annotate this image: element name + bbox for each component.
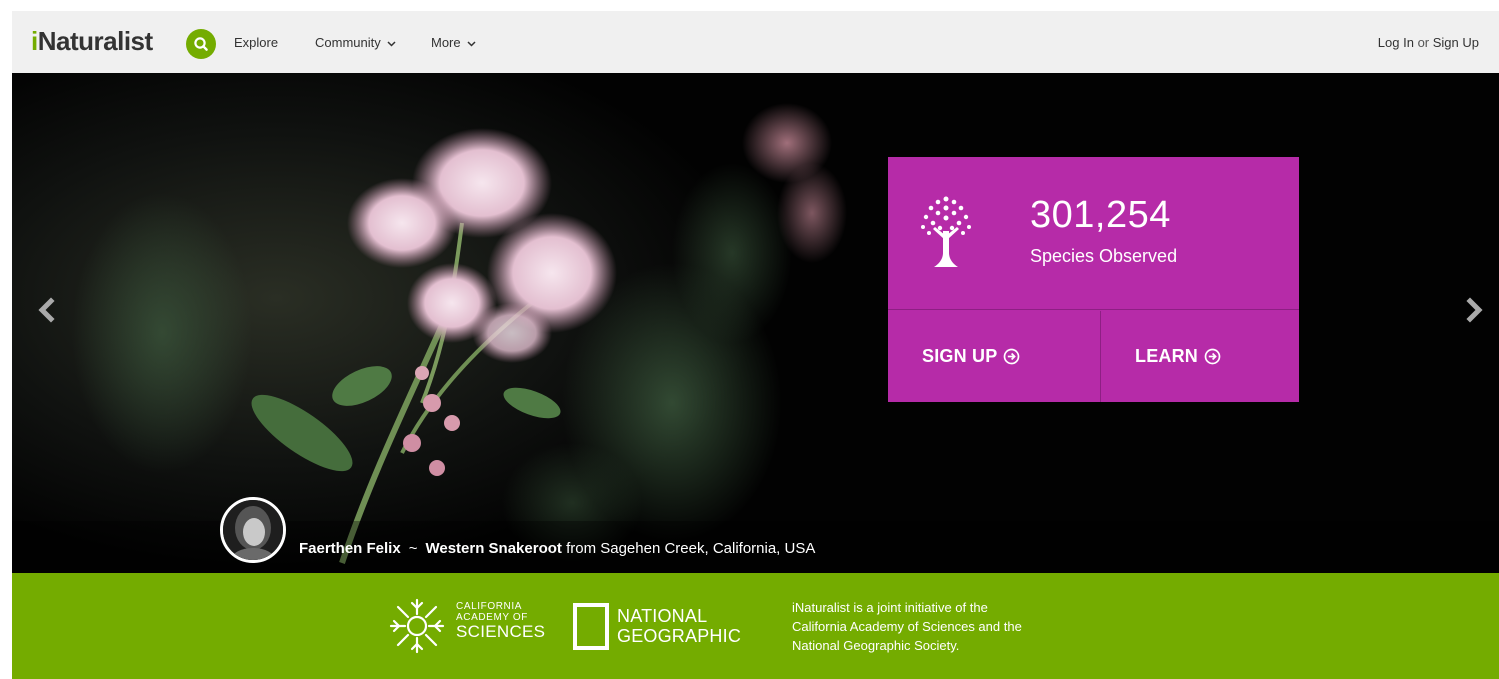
partnership-blurb: iNaturalist is a joint initiative of the… bbox=[792, 598, 1112, 655]
observer-avatar[interactable] bbox=[220, 497, 286, 563]
logo-i: i bbox=[31, 26, 38, 56]
blurb-line1: iNaturalist is a joint initiative of the bbox=[792, 600, 988, 615]
inaturalist-logo[interactable]: iNaturalist bbox=[31, 25, 153, 57]
california-academy-logo-icon[interactable] bbox=[387, 596, 447, 656]
nav-community-label: Community bbox=[315, 35, 381, 50]
blurb-line2: California Academy of Sciences and the bbox=[792, 619, 1022, 634]
nav-more-label: More bbox=[431, 35, 461, 50]
national-geographic-logo-icon[interactable] bbox=[573, 603, 609, 650]
nav-community-menu[interactable]: Community bbox=[315, 35, 396, 51]
partner-band: CALIFORNIA ACADEMY OF SCIENCES NATIONAL … bbox=[12, 573, 1499, 679]
california-academy-wordmark[interactable]: CALIFORNIA ACADEMY OF SCIENCES bbox=[456, 601, 545, 641]
auth-links: Log In or Sign Up bbox=[1378, 35, 1479, 51]
blurb-line3: National Geographic Society. bbox=[792, 638, 960, 653]
species-stat-panel: 301,254 Species Observed SIGN UP LEARN bbox=[888, 157, 1299, 402]
avatar-image bbox=[223, 500, 283, 560]
chevron-down-icon bbox=[467, 41, 476, 47]
nav-more-menu[interactable]: More bbox=[431, 35, 476, 51]
search-icon bbox=[194, 37, 208, 51]
caption-location: from Sagehen Creek, California, USA bbox=[566, 540, 816, 557]
signup-link[interactable]: Sign Up bbox=[1433, 35, 1479, 50]
national-geographic-wordmark[interactable]: NATIONAL GEOGRAPHIC bbox=[617, 606, 741, 646]
login-link[interactable]: Log In bbox=[1378, 35, 1414, 50]
cas-line1: CALIFORNIA bbox=[456, 601, 523, 612]
tree-icon bbox=[921, 196, 971, 267]
cas-line3: SCIENCES bbox=[456, 622, 546, 641]
signup-button-label: SIGN UP bbox=[922, 346, 998, 366]
auth-or: or bbox=[1417, 35, 1430, 50]
learn-button[interactable]: LEARN bbox=[1101, 311, 1299, 402]
chevron-right-icon[interactable] bbox=[1459, 295, 1489, 325]
chevron-left-icon[interactable] bbox=[32, 295, 62, 325]
stat-summary: 301,254 Species Observed bbox=[888, 157, 1299, 310]
photo-caption: Faerthen Felix ~ Western Snakeroot from Sa… bbox=[299, 539, 815, 559]
observer-name-link[interactable]: Faerthen Felix bbox=[299, 540, 401, 557]
species-count: 301,254 bbox=[1030, 194, 1171, 236]
ng-line1: NATIONAL bbox=[617, 606, 708, 626]
species-link[interactable]: Western Snakeroot bbox=[425, 540, 561, 557]
search-button[interactable] bbox=[186, 29, 216, 59]
nav-explore-label: Explore bbox=[234, 35, 279, 50]
logo-text: Naturalist bbox=[37, 26, 153, 56]
chevron-down-icon bbox=[387, 41, 396, 47]
ng-line2: GEOGRAPHIC bbox=[617, 626, 742, 646]
species-count-label: Species Observed bbox=[1030, 246, 1178, 266]
nav-explore[interactable]: Explore bbox=[234, 35, 278, 51]
arrow-circle-right-icon bbox=[1204, 348, 1221, 365]
learn-button-label: LEARN bbox=[1135, 346, 1198, 366]
caption-separator: ~ bbox=[408, 540, 418, 557]
arrow-circle-right-icon bbox=[1004, 348, 1020, 365]
hero-carousel: 301,254 Species Observed SIGN UP LEARN F… bbox=[12, 73, 1499, 573]
signup-button[interactable]: SIGN UP bbox=[888, 311, 1101, 402]
top-navbar: iNaturalist Explore Community More Log I… bbox=[12, 11, 1499, 73]
